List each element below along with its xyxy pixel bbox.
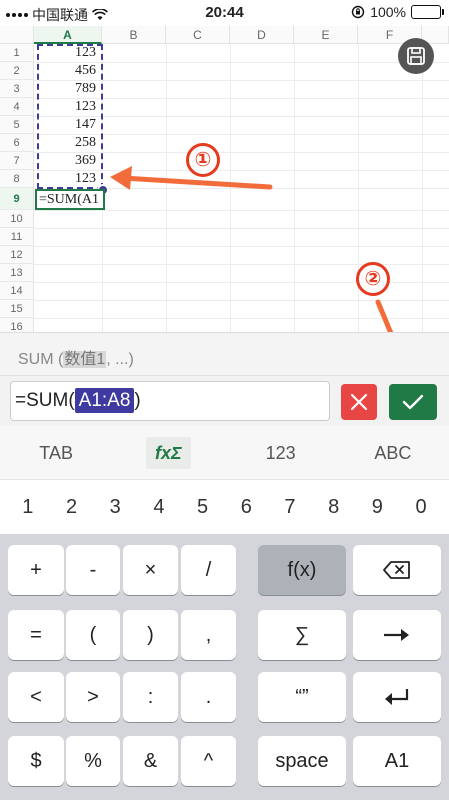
status-bar: 中国联通 20:44 100% xyxy=(0,0,449,26)
function-hint-bar: SUM (数值1, ...) xyxy=(0,332,449,376)
key-percent[interactable]: % xyxy=(66,736,120,786)
key-6[interactable]: 6 xyxy=(226,496,266,519)
key-3[interactable]: 3 xyxy=(95,496,135,519)
key-insert-function[interactable]: f(x) xyxy=(258,545,346,595)
key-times[interactable]: × xyxy=(123,545,178,595)
key-9[interactable]: 9 xyxy=(357,496,397,519)
row-header[interactable]: 3 xyxy=(0,80,34,98)
hint-rest: , ...) xyxy=(106,351,134,368)
keyboard-tabs: TAB fxΣ 123 ABC xyxy=(0,426,449,480)
close-icon xyxy=(350,393,368,411)
row-header[interactable]: 7 xyxy=(0,152,34,170)
key-greater-than[interactable]: > xyxy=(66,672,120,722)
hint-function: SUM ( xyxy=(18,351,64,368)
key-dollar[interactable]: $ xyxy=(8,736,64,786)
grid-line xyxy=(34,264,449,265)
tab-functions[interactable]: fxΣ xyxy=(112,426,224,479)
grid-line xyxy=(34,318,449,319)
column-header-a[interactable]: A xyxy=(34,26,102,44)
key-equals[interactable]: = xyxy=(8,610,64,660)
row-header[interactable]: 10 xyxy=(0,210,34,228)
tab-tab[interactable]: TAB xyxy=(0,426,112,479)
key-8[interactable]: 8 xyxy=(314,496,354,519)
battery-icon xyxy=(411,5,444,19)
arrow-right-icon xyxy=(384,629,409,641)
row-header[interactable]: 14 xyxy=(0,282,34,300)
row-header[interactable]: 2 xyxy=(0,62,34,80)
check-icon xyxy=(402,394,424,410)
key-comma[interactable]: , xyxy=(181,610,236,660)
annotation-step-2: ② xyxy=(356,262,390,296)
row-header[interactable]: 6 xyxy=(0,134,34,152)
grid-line xyxy=(34,210,449,211)
cancel-button[interactable] xyxy=(341,384,377,420)
column-header-c[interactable]: C xyxy=(166,26,230,44)
key-sum[interactable]: ∑ xyxy=(258,610,346,660)
row-header[interactable]: 1 xyxy=(0,44,34,62)
battery-percent: 100% xyxy=(370,4,406,20)
column-header-e[interactable]: E xyxy=(294,26,358,44)
key-move-right[interactable] xyxy=(353,610,441,660)
key-backspace[interactable] xyxy=(353,545,441,595)
key-enter[interactable] xyxy=(353,672,441,722)
key-2[interactable]: 2 xyxy=(52,496,92,519)
tab-numbers[interactable]: 123 xyxy=(225,426,337,479)
save-icon xyxy=(407,47,425,65)
key-caret[interactable]: ^ xyxy=(181,736,236,786)
backspace-icon xyxy=(383,561,410,579)
active-cell-a9[interactable]: =SUM(A1 xyxy=(35,189,105,210)
row-header[interactable]: 12 xyxy=(0,246,34,264)
hint-argument: 数值1 xyxy=(63,351,107,368)
column-header-b[interactable]: B xyxy=(102,26,166,44)
key-4[interactable]: 4 xyxy=(139,496,179,519)
selection-range xyxy=(37,44,103,189)
formula-suffix: ) xyxy=(134,390,141,411)
key-7[interactable]: 7 xyxy=(270,496,310,519)
row-header[interactable]: 4 xyxy=(0,98,34,116)
key-right-paren[interactable]: ) xyxy=(123,610,178,660)
formula-input[interactable]: =SUM(A1:A8) xyxy=(10,381,330,421)
key-a1-reference[interactable]: A1 xyxy=(353,736,441,786)
key-space[interactable]: space xyxy=(258,736,346,786)
key-less-than[interactable]: < xyxy=(8,672,64,722)
enter-icon xyxy=(385,689,409,705)
confirm-button[interactable] xyxy=(389,384,437,420)
key-divide[interactable]: / xyxy=(181,545,236,595)
formula-prefix: =SUM( xyxy=(15,390,75,411)
key-minus[interactable]: - xyxy=(66,545,120,595)
formula-range-reference[interactable]: A1:A8 xyxy=(74,388,135,413)
corner-header[interactable] xyxy=(0,26,34,44)
key-dot[interactable]: . xyxy=(181,672,236,722)
orientation-lock-icon xyxy=(351,5,365,19)
formula-bar: =SUM(A1:A8) xyxy=(0,376,449,426)
key-5[interactable]: 5 xyxy=(183,496,223,519)
key-colon[interactable]: : xyxy=(123,672,178,722)
row-header-active[interactable]: 9 xyxy=(0,188,34,210)
row-header[interactable]: 11 xyxy=(0,228,34,246)
key-left-paren[interactable]: ( xyxy=(66,610,120,660)
status-right: 100% xyxy=(351,4,444,20)
key-ampersand[interactable]: & xyxy=(123,736,178,786)
grid-line xyxy=(34,246,449,247)
grid-line xyxy=(34,228,449,229)
key-plus[interactable]: + xyxy=(8,545,64,595)
key-0[interactable]: 0 xyxy=(401,496,441,519)
row-header[interactable]: 8 xyxy=(0,170,34,188)
row-header[interactable]: 15 xyxy=(0,300,34,318)
tab-letters[interactable]: ABC xyxy=(337,426,449,479)
row-header[interactable]: 16 xyxy=(0,318,34,332)
number-row: 1 2 3 4 5 6 7 8 9 0 xyxy=(0,480,449,534)
row-header[interactable]: 13 xyxy=(0,264,34,282)
row-header[interactable]: 5 xyxy=(0,116,34,134)
annotation-step-1: ① xyxy=(186,143,220,177)
key-quotes[interactable]: “” xyxy=(258,672,346,722)
column-header-d[interactable]: D xyxy=(230,26,294,44)
key-1[interactable]: 1 xyxy=(8,496,48,519)
tab-functions-label: fxΣ xyxy=(146,437,191,469)
grid-line xyxy=(34,300,449,301)
save-button[interactable] xyxy=(398,38,434,74)
